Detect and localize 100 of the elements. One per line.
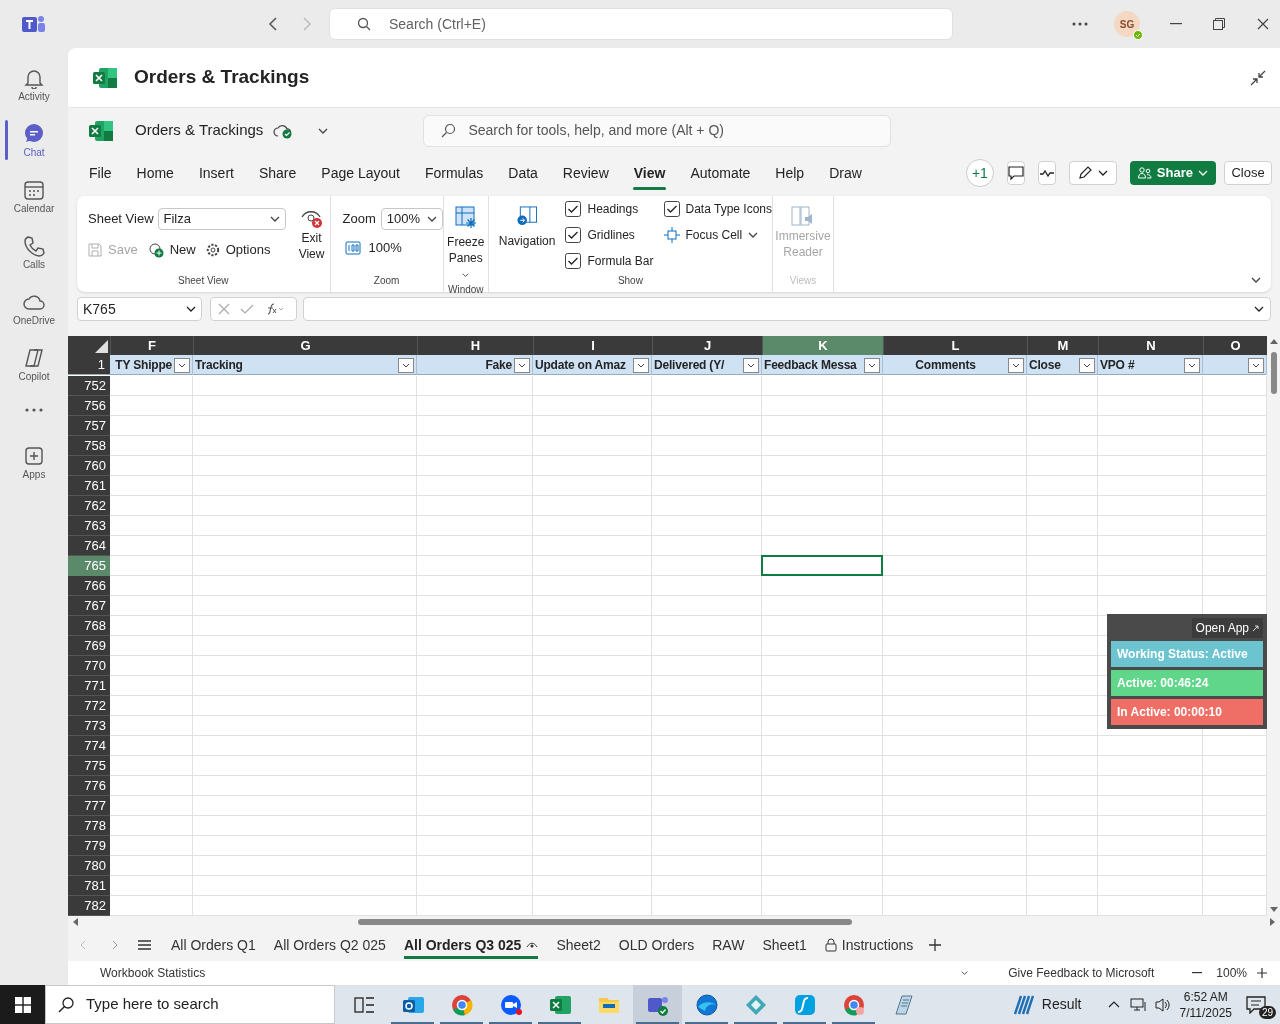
restore-icon[interactable] bbox=[1213, 18, 1225, 30]
notifications-button[interactable]: 29 bbox=[1246, 990, 1274, 1019]
feedback-link[interactable]: Give Feedback to Microsoft bbox=[1008, 964, 1155, 982]
ribbon-tab[interactable]: Insert bbox=[197, 157, 235, 189]
ribbon-tab[interactable]: File bbox=[88, 157, 113, 189]
rail-item[interactable]: OneDrive bbox=[0, 280, 68, 336]
exit-view-button[interactable]: Exit View bbox=[293, 208, 330, 273]
sheet-view-dropdown[interactable]: Filza bbox=[157, 208, 286, 230]
filter-dropdown-icon[interactable] bbox=[398, 357, 414, 373]
filter-dropdown-icon[interactable] bbox=[1008, 357, 1024, 373]
expand-ribbon-icon[interactable] bbox=[1251, 277, 1261, 283]
collapse-icon[interactable] bbox=[1250, 69, 1266, 86]
checkbox-label[interactable]: Formula Bar bbox=[587, 252, 654, 270]
rail-item[interactable]: Calls bbox=[0, 224, 68, 280]
rail-item[interactable]: Apps bbox=[0, 434, 68, 490]
row-header[interactable]: 764 bbox=[68, 536, 110, 556]
row-header[interactable]: 773 bbox=[68, 716, 110, 736]
network-icon[interactable] bbox=[1129, 996, 1148, 1013]
row-header[interactable]: 779 bbox=[68, 836, 110, 856]
start-button[interactable] bbox=[0, 985, 45, 1024]
search-field[interactable]: Search for tools, help, and more (Alt + Q) bbox=[423, 114, 892, 147]
formula-input[interactable] bbox=[303, 297, 1271, 321]
search-field[interactable]: Search (Ctrl+E) bbox=[329, 8, 953, 40]
taskbar-app[interactable] bbox=[633, 985, 682, 1024]
rail-item[interactable]: Activity bbox=[0, 56, 68, 112]
filter-dropdown-icon[interactable] bbox=[743, 357, 759, 373]
workbook-statistics-button[interactable]: Workbook Statistics bbox=[100, 964, 206, 982]
row-header[interactable]: 770 bbox=[68, 656, 110, 676]
ribbon-tab[interactable]: Share bbox=[257, 157, 298, 189]
filter-dropdown-icon[interactable] bbox=[174, 357, 190, 373]
sheet-tab[interactable]: Sheet2 bbox=[548, 929, 609, 961]
filter-dropdown-icon[interactable] bbox=[1079, 357, 1095, 373]
row-header[interactable]: 767 bbox=[68, 596, 110, 616]
row-header[interactable]: 777 bbox=[68, 796, 110, 816]
row-header[interactable]: 771 bbox=[68, 676, 110, 696]
focus-cell-button[interactable]: Focus Cell bbox=[663, 225, 772, 245]
workbook-name[interactable]: Orders & Trackings bbox=[135, 119, 264, 142]
more-options-icon[interactable] bbox=[1072, 22, 1088, 26]
taskbar-search-field[interactable]: Type here to search bbox=[45, 985, 335, 1024]
next-sheet-icon[interactable] bbox=[112, 940, 118, 950]
filter-dropdown-icon[interactable] bbox=[1184, 357, 1200, 373]
row-header[interactable]: 756 bbox=[68, 396, 110, 416]
ribbon-tab[interactable]: Formulas bbox=[423, 157, 485, 189]
row-header[interactable]: 766 bbox=[68, 576, 110, 596]
close-button[interactable]: Close bbox=[1224, 161, 1272, 185]
add-sheet-icon[interactable] bbox=[929, 939, 942, 951]
zoom-100-button[interactable]: 100% bbox=[342, 238, 443, 258]
avatar[interactable]: SG bbox=[1114, 11, 1140, 37]
ribbon-tab[interactable]: Draw bbox=[828, 157, 863, 189]
zoom-dropdown[interactable]: 100% bbox=[380, 208, 443, 230]
row-header[interactable]: 774 bbox=[68, 736, 110, 756]
row-header[interactable]: 782 bbox=[68, 896, 110, 916]
row-header[interactable]: 776 bbox=[68, 776, 110, 796]
sheet-tab[interactable]: All Orders Q1 bbox=[163, 929, 264, 961]
rail-item[interactable]: Copilot bbox=[0, 336, 68, 392]
sheet-tab[interactable]: RAW bbox=[704, 929, 753, 961]
row-header[interactable]: 775 bbox=[68, 756, 110, 776]
open-app-button[interactable]: Open App bbox=[1191, 618, 1263, 638]
scroll-thumb[interactable] bbox=[1270, 352, 1277, 394]
scroll-down-arrow-icon[interactable] bbox=[1269, 907, 1278, 913]
comments-button[interactable] bbox=[1006, 161, 1025, 185]
ribbon-tab[interactable]: View bbox=[632, 157, 667, 189]
filter-dropdown-icon[interactable] bbox=[864, 357, 880, 373]
row-header[interactable]: 780 bbox=[68, 856, 110, 876]
row-header[interactable]: 778 bbox=[68, 816, 110, 836]
scroll-left-arrow-icon[interactable] bbox=[72, 918, 78, 926]
checkbox-label[interactable]: Data Type Icons bbox=[685, 200, 772, 218]
share-button[interactable]: Share bbox=[1129, 161, 1216, 185]
checked-checkbox[interactable] bbox=[565, 201, 582, 217]
filter-dropdown-icon[interactable] bbox=[633, 357, 649, 373]
scroll-thumb[interactable] bbox=[358, 919, 852, 925]
rail-item[interactable]: Chat bbox=[0, 112, 68, 168]
row-header[interactable]: 761 bbox=[68, 476, 110, 496]
ribbon-tab[interactable]: Help bbox=[774, 157, 806, 189]
column-header[interactable]: K bbox=[762, 336, 883, 355]
presence-count[interactable]: +1 bbox=[965, 159, 994, 187]
row-header[interactable]: 757 bbox=[68, 416, 110, 436]
scroll-up-arrow-icon[interactable] bbox=[1269, 338, 1278, 344]
ribbon-tab[interactable]: Data bbox=[507, 157, 539, 189]
row-header[interactable]: 752 bbox=[68, 376, 110, 396]
ribbon-tab[interactable]: Review bbox=[561, 157, 610, 189]
rail-item[interactable]: Calendar bbox=[0, 168, 68, 224]
options-button[interactable]: Options bbox=[205, 240, 271, 260]
row-header[interactable]: 758 bbox=[68, 436, 110, 456]
row-header[interactable]: 768 bbox=[68, 616, 110, 636]
navigation-button[interactable]: Navigation bbox=[498, 206, 556, 250]
filter-dropdown-icon[interactable] bbox=[1248, 357, 1264, 373]
row-header[interactable]: 781 bbox=[68, 876, 110, 896]
weather-widget[interactable]: Result bbox=[1007, 985, 1086, 1024]
scroll-right-arrow-icon[interactable] bbox=[1270, 918, 1276, 926]
ribbon-tab[interactable]: Home bbox=[135, 157, 175, 189]
show-hidden-icons-icon[interactable] bbox=[1107, 1001, 1120, 1008]
row-header[interactable]: 760 bbox=[68, 456, 110, 476]
checkbox-label[interactable]: Headings bbox=[587, 200, 639, 218]
filter-dropdown-icon[interactable] bbox=[514, 357, 530, 373]
row-header[interactable]: 762 bbox=[68, 496, 110, 516]
sheet-tab[interactable]: All Orders Q2 025 bbox=[265, 929, 394, 961]
sheet-tab[interactable]: All Orders Q3 025 bbox=[395, 929, 547, 961]
row-header[interactable]: 765 bbox=[68, 556, 110, 576]
close-icon[interactable] bbox=[1257, 18, 1269, 30]
